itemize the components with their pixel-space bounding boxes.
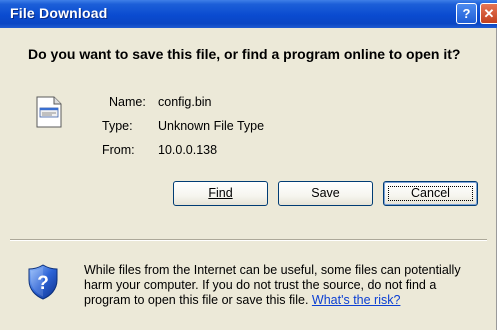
file-name-label: Name:: [109, 95, 146, 109]
security-shield-icon: ?: [28, 264, 58, 300]
file-name-value: config.bin: [158, 95, 212, 109]
title-bar[interactable]: File Download ? ✕: [0, 0, 497, 28]
help-button[interactable]: ?: [456, 3, 477, 24]
find-button[interactable]: Find: [173, 181, 268, 206]
security-warning: While files from the Internet can be use…: [84, 263, 484, 308]
file-source-value: 10.0.0.138: [158, 143, 218, 157]
file-type-label: Type:: [102, 119, 133, 133]
save-button-label: Save: [311, 186, 340, 200]
window-title: File Download: [10, 5, 108, 21]
cancel-button[interactable]: Cancel: [383, 181, 478, 206]
file-name-row: Name: config.bin: [109, 95, 212, 109]
file-icon: [36, 96, 62, 128]
close-button[interactable]: ✕: [480, 3, 497, 24]
save-button[interactable]: Save: [278, 181, 373, 206]
file-source-label: From:: [102, 143, 135, 157]
find-button-label: Find: [208, 186, 233, 200]
download-question: Do you want to save this file, or find a…: [28, 46, 461, 62]
file-download-dialog: File Download ? ✕ Do you want to save th…: [0, 0, 497, 330]
cancel-button-label: Cancel: [411, 186, 450, 200]
file-source-row: From: 10.0.0.138: [102, 143, 217, 157]
svg-text:?: ?: [37, 273, 49, 294]
whats-the-risk-link[interactable]: What's the risk?: [312, 293, 401, 307]
section-divider: [10, 239, 487, 241]
file-type-value: Unknown File Type: [158, 119, 265, 133]
security-warning-text: While files from the Internet can be use…: [84, 263, 461, 307]
file-type-row: Type: Unknown File Type: [102, 119, 264, 133]
